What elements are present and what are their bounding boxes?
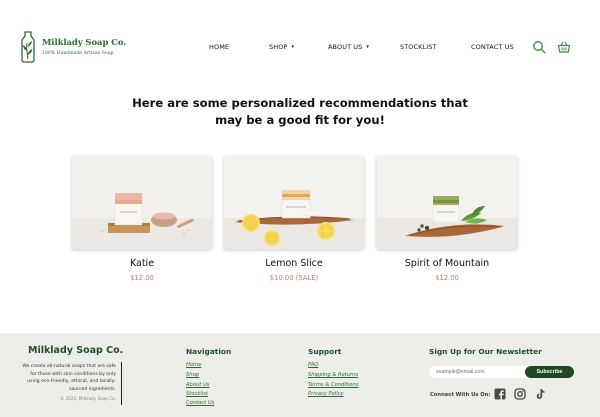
newsletter-title: Sign Up for Our Newsletter <box>429 347 542 356</box>
nav-about-us[interactable]: ABOUT US ▾ <box>328 43 369 51</box>
spirit-of-mountain-soap-photo <box>377 156 517 249</box>
footer-support-title: Support <box>308 347 342 356</box>
headline-line-1: Here are some personalized recommendatio… <box>132 96 468 110</box>
footer-link-shop[interactable]: Shop <box>186 372 199 378</box>
search-icon[interactable] <box>532 40 546 54</box>
product-image-lemon-slice[interactable] <box>224 156 364 249</box>
product-name-katie[interactable]: Katie <box>72 258 212 269</box>
product-image-spirit-of-mountain[interactable] <box>377 156 517 249</box>
lemon-slice-soap-photo <box>224 156 364 249</box>
nav-home-label: HOME <box>209 43 230 51</box>
footer-link-about-us[interactable]: About Us <box>186 382 210 388</box>
facebook-icon[interactable] <box>494 388 506 400</box>
product-name-lemon-slice[interactable]: Lemon Slice <box>224 258 364 269</box>
footer-link-terms[interactable]: Terms & Conditions <box>308 382 358 388</box>
nav-home[interactable]: HOME <box>209 43 229 51</box>
product-name-spirit-of-mountain[interactable]: Spirit of Mountain <box>377 258 517 269</box>
footer-link-shipping-returns[interactable]: Shipping & Returns <box>308 372 358 378</box>
footer-link-home[interactable]: Home <box>186 362 201 368</box>
footer-navigation-title: Navigation <box>186 347 232 356</box>
nav-shop[interactable]: SHOP ▾ <box>269 43 294 51</box>
nav-about-us-label: ABOUT US <box>328 43 363 51</box>
subscribe-button[interactable]: Subscribe <box>525 366 574 378</box>
footer-link-faq[interactable]: FAQ <box>308 362 318 368</box>
page-headline: Here are some personalized recommendatio… <box>0 95 600 129</box>
footer-copyright: © 2022, Milklady Soap Co. <box>60 396 116 401</box>
product-price-katie: $12.00 <box>130 274 154 282</box>
nav-stocklist-label: STOCKLIST <box>400 43 437 51</box>
footer-brand: Milklady Soap Co. <box>28 345 124 356</box>
basket-icon[interactable] <box>557 40 571 54</box>
product-price-lemon-slice: $10.00 (SALE) <box>269 274 319 282</box>
newsletter-email-input[interactable] <box>429 366 531 378</box>
footer-link-privacy[interactable]: Privacy Policy <box>308 391 344 397</box>
footer-description: We create all-natural soaps that are saf… <box>22 364 116 392</box>
connect-label: Connect With Us On: <box>430 392 491 398</box>
product-price-spirit-of-mountain: $12.00 <box>435 274 459 282</box>
site-header: Milklady Soap Co. 100% Handmade Artisan … <box>0 0 600 90</box>
chevron-down-icon: ▾ <box>291 44 295 50</box>
katie-soap-photo <box>72 156 212 249</box>
site-footer: Milklady Soap Co. We create all-natural … <box>0 333 600 417</box>
nav-stocklist[interactable]: STOCKLIST <box>400 43 437 51</box>
nav-contact-us[interactable]: CONTACT US <box>471 43 514 51</box>
tiktok-icon[interactable] <box>534 388 546 400</box>
main-nav: HOME SHOP ▾ ABOUT US ▾ STOCKLIST CONTACT… <box>0 43 600 53</box>
instagram-icon[interactable] <box>514 388 526 400</box>
footer-link-stocklist[interactable]: Stocklist <box>186 391 208 397</box>
nav-shop-label: SHOP <box>269 43 288 51</box>
headline-line-2: may be a good fit for you! <box>215 113 385 127</box>
footer-divider <box>121 362 122 405</box>
chevron-down-icon: ▾ <box>366 44 370 50</box>
nav-contact-us-label: CONTACT US <box>471 43 514 51</box>
product-image-katie[interactable] <box>72 156 212 249</box>
footer-link-contact-us[interactable]: Contact Us <box>186 400 214 406</box>
